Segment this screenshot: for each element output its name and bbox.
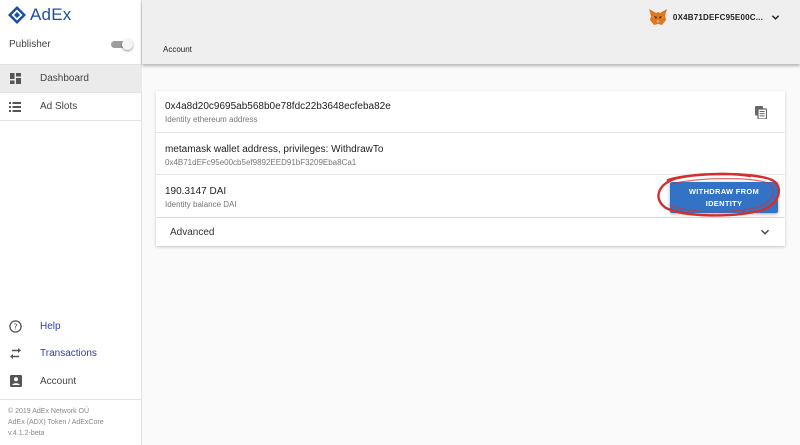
sidebar-item-label: Account — [40, 375, 77, 387]
identity-balance: 190.3147 DAI — [165, 186, 227, 197]
sidebar-item-label: Help — [40, 320, 61, 332]
help-icon: ? — [9, 319, 22, 333]
core-link[interactable]: AdExCore — [72, 419, 104, 426]
logo-text: AdEx — [30, 5, 72, 24]
svg-text:?: ? — [13, 322, 17, 331]
sidebar: AdEx Publisher Dashboard Ad Slots ? Help… — [0, 0, 142, 445]
mode-label: Publisher — [9, 38, 51, 50]
wallet-address: 0x4B71dEFc95e00cb5ef9892EED91bF3209Eba8C… — [165, 158, 357, 167]
identity-address: 0x4a8d20c9695ab568b0e78fdc22b3648ecfeba8… — [165, 101, 391, 112]
sidebar-item-label: Transactions — [40, 347, 97, 359]
advanced-expansion-panel[interactable]: Advanced — [156, 218, 785, 246]
metamask-fox-icon — [648, 9, 667, 25]
page-title: Account — [163, 45, 192, 54]
sidebar-item-account[interactable]: Account — [0, 371, 142, 391]
mode-switch-row: Publisher — [9, 37, 133, 51]
copy-icon[interactable] — [755, 106, 767, 119]
sidebar-item-help[interactable]: ? Help — [0, 316, 142, 336]
advanced-label: Advanced — [170, 226, 215, 238]
top-app-bar: 0X4B71DEFC95E00C... Account — [142, 0, 800, 64]
identity-address-label: Identity ethereum address — [165, 115, 258, 124]
sidebar-item-label: Ad Slots — [40, 101, 78, 112]
dashboard-icon — [9, 73, 21, 85]
mode-toggle[interactable] — [111, 39, 133, 50]
sidebar-item-ad-slots[interactable]: Ad Slots — [0, 93, 142, 120]
list-icon — [9, 101, 21, 113]
version-text: v.4.1.2-beta — [8, 430, 45, 437]
chevron-down-icon — [771, 14, 780, 20]
chevron-down-icon — [761, 229, 769, 235]
identity-address-row: 0x4a8d20c9695ab568b0e78fdc22b3648ecfeba8… — [156, 91, 785, 133]
account-address: 0X4B71DEFC95E00C... — [672, 12, 763, 22]
account-menu-button[interactable]: 0X4B71DEFC95E00C... — [648, 6, 780, 28]
wallet-address-row: metamask wallet address, privileges: Wit… — [156, 133, 785, 175]
sidebar-item-dashboard[interactable]: Dashboard — [0, 65, 142, 92]
sidebar-item-transactions[interactable]: Transactions — [0, 343, 142, 363]
footer-links: AdEx (ADX) Token / AdExCore — [8, 417, 104, 428]
wallet-privileges-title: metamask wallet address, privileges: Wit… — [165, 144, 384, 155]
swap-icon — [9, 347, 22, 360]
app-logo[interactable]: AdEx — [8, 5, 71, 25]
withdraw-from-identity-button[interactable]: WITHDRAW FROM IDENTITY — [670, 182, 778, 213]
nav-divider — [0, 120, 142, 121]
sidebar-footer: © 2019 AdEx Network OÜ AdEx (ADX) Token … — [8, 406, 104, 439]
footer-separator: / — [68, 419, 71, 426]
toggle-thumb — [122, 39, 133, 50]
identity-balance-label: Identity balance DAI — [165, 200, 237, 209]
adex-logo-icon — [8, 6, 26, 24]
copyright-text: © 2019 AdEx Network OÜ — [8, 408, 90, 415]
account-box-icon — [9, 375, 22, 388]
footer-divider — [0, 399, 142, 400]
sidebar-item-label: Dashboard — [40, 73, 89, 84]
token-link[interactable]: AdEx (ADX) Token — [8, 419, 66, 426]
